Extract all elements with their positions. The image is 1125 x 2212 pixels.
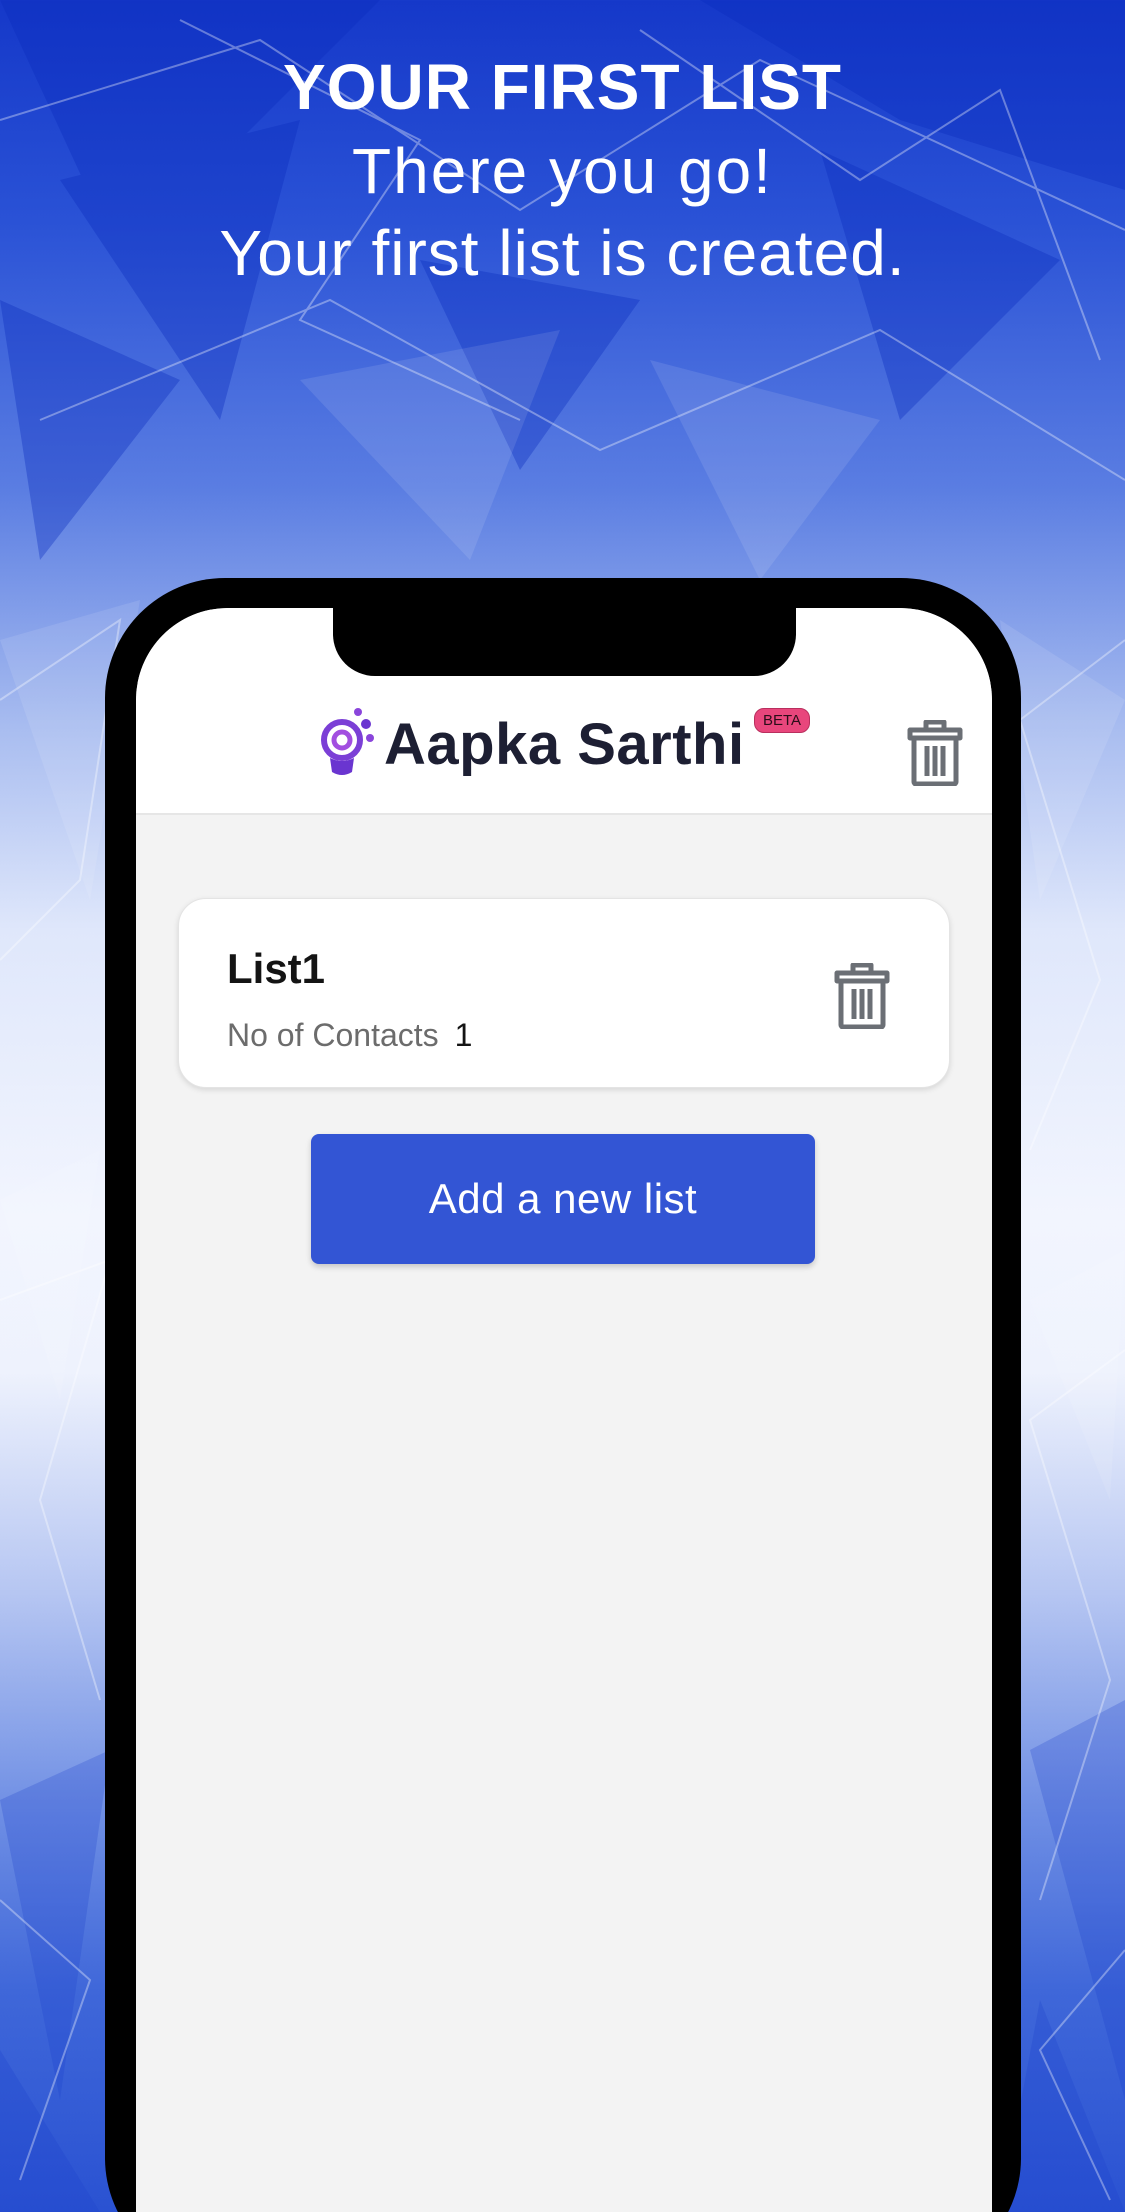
app-screen: Aapka Sarthi BETA List1 No of Contacts 1 [136, 608, 992, 2212]
bulb-logo-icon [321, 708, 374, 775]
brand-name: Aapka Sarthi [384, 711, 745, 777]
phone-notch [333, 608, 796, 676]
banner-line-2: Your first list is created. [219, 217, 906, 289]
trash-icon[interactable] [831, 963, 893, 1029]
list-name: List1 [227, 945, 326, 992]
contacts-label: No of Contacts [227, 1017, 439, 1053]
brand: Aapka Sarthi [320, 704, 745, 784]
contacts-count: 1 [454, 1017, 473, 1053]
list-card[interactable]: List1 No of Contacts 1 [178, 898, 950, 1088]
contacts-info: No of Contacts 1 [227, 1017, 472, 1054]
trash-icon[interactable] [904, 720, 966, 786]
add-list-button[interactable]: Add a new list [311, 1134, 815, 1264]
banner-line-1: There you go! [352, 135, 773, 207]
beta-badge: BETA [754, 708, 811, 733]
banner-title: YOUR FIRST LIST [283, 51, 842, 123]
